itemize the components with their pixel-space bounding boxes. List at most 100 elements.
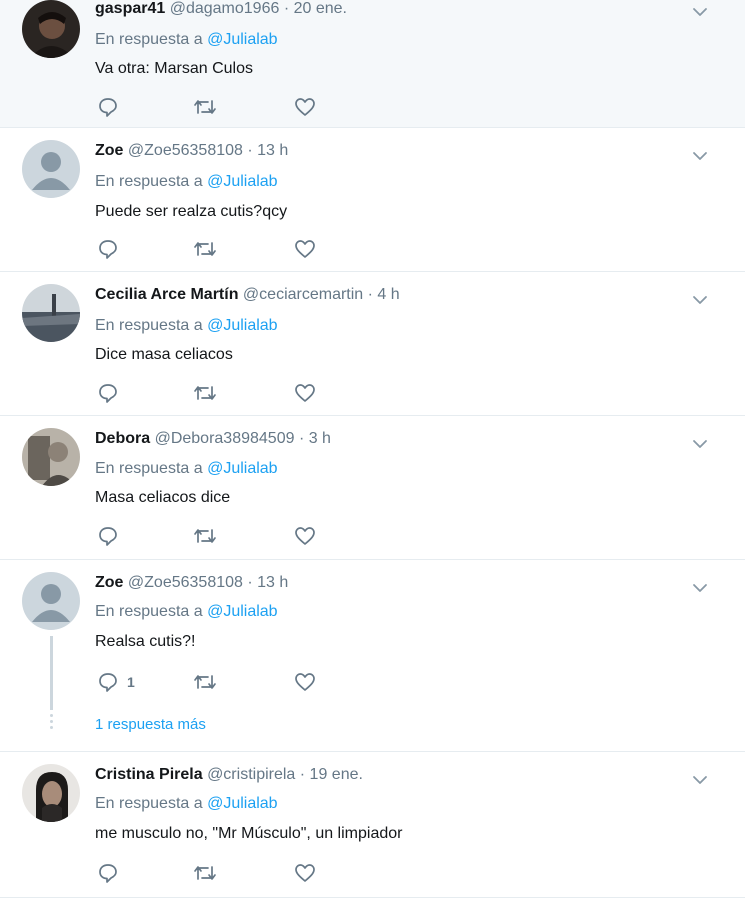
like-button[interactable] [294,525,316,547]
tweet-text: Masa celiacos dice [95,489,231,506]
avatar[interactable] [22,140,80,198]
reply-button[interactable] [97,862,127,884]
avatar[interactable] [22,0,80,58]
retweet-icon [194,866,216,880]
chevron-down-icon[interactable] [690,290,710,310]
retweet-icon [194,386,216,400]
chevron-down-icon[interactable] [690,434,710,454]
display-name[interactable]: Cecilia Arce Martín [95,286,238,303]
tweet-actions [97,382,337,404]
retweet-icon [194,242,216,256]
chevron-down-icon[interactable] [690,146,710,166]
display-name[interactable]: Zoe [95,574,123,591]
retweet-button[interactable] [193,862,217,884]
avatar-photo [22,764,80,822]
avatar-photo [22,428,80,486]
tweet-text: Dice masa celiacos [95,346,233,363]
tweet[interactable]: Cristina Pirela @cristipirela · 19 ene. … [0,752,745,898]
timestamp[interactable]: · 19 ene. [300,766,363,783]
tweet-text: me musculo no, "Mr Músculo", un limpiado… [95,825,403,842]
reply-context: En respuesta a @Julialab [95,173,278,191]
mention-link[interactable]: @Julialab [207,173,278,190]
mention-link[interactable]: @Julialab [207,31,278,48]
retweet-icon [194,529,216,543]
chevron-down-icon[interactable] [690,770,710,790]
avatar[interactable] [22,764,80,822]
tweet-header: Zoe @Zoe56358108 · 13 h [95,142,288,160]
default-avatar-icon [22,572,80,630]
thread-dots [49,714,54,732]
avatar-photo [22,284,80,342]
tweet[interactable]: Zoe @Zoe56358108 · 13 h En respuesta a @… [0,560,745,752]
reply-icon [99,240,117,259]
reply-button[interactable] [97,238,127,260]
user-handle[interactable]: @cristipirela [207,766,295,783]
retweet-button[interactable] [193,525,217,547]
mention-link[interactable]: @Julialab [207,795,278,812]
user-handle[interactable]: @dagamo1966 [170,0,280,17]
reply-button[interactable] [97,382,127,404]
reply-icon [99,527,117,546]
tweet-actions [97,238,337,260]
tweet[interactable]: Cecilia Arce Martín @ceciarcemartin · 4 … [0,272,745,416]
user-handle[interactable]: @Debora38984509 [155,430,295,447]
reply-prefix: En respuesta a [95,31,203,48]
tweet-text: Realsa cutis?! [95,633,196,650]
retweet-button[interactable] [193,382,217,404]
timestamp[interactable]: · 4 h [368,286,400,303]
retweet-button[interactable] [193,671,217,693]
like-icon [295,240,315,258]
user-handle[interactable]: @ceciarcemartin [243,286,363,303]
avatar-photo [22,0,80,58]
retweet-button[interactable] [193,96,217,118]
like-button[interactable] [294,382,316,404]
reply-icon [99,673,117,692]
avatar[interactable] [22,428,80,486]
timestamp[interactable]: · 13 h [247,574,288,591]
user-handle[interactable]: @Zoe56358108 [128,574,243,591]
tweet[interactable]: Zoe @Zoe56358108 · 13 h En respuesta a @… [0,128,745,272]
mention-link[interactable]: @Julialab [207,317,278,334]
mention-link[interactable]: @Julialab [207,603,278,620]
tweet-text: Va otra: Marsan Culos [95,60,253,77]
retweet-button[interactable] [193,238,217,260]
display-name[interactable]: Zoe [95,142,123,159]
timestamp[interactable]: · 13 h [247,142,288,159]
user-handle[interactable]: @Zoe56358108 [128,142,243,159]
like-button[interactable] [294,96,316,118]
tweet-actions [97,862,337,884]
display-name[interactable]: Cristina Pirela [95,766,203,783]
replies-feed: gaspar41 @dagamo1966 · 20 ene. En respue… [0,0,745,898]
reply-context: En respuesta a @Julialab [95,31,278,49]
tweet[interactable]: gaspar41 @dagamo1966 · 20 ene. En respue… [0,0,745,128]
default-avatar-icon [22,140,80,198]
avatar[interactable] [22,572,80,630]
reply-icon [99,98,117,117]
reply-button[interactable] [97,96,127,118]
like-button[interactable] [294,238,316,260]
timestamp[interactable]: · 20 ene. [284,0,347,17]
like-icon [295,527,315,545]
like-button[interactable] [294,862,316,884]
reply-prefix: En respuesta a [95,173,203,190]
display-name[interactable]: gaspar41 [95,0,165,17]
reply-context: En respuesta a @Julialab [95,603,278,621]
tweet-header: Cecilia Arce Martín @ceciarcemartin · 4 … [95,286,400,304]
tweet-header: gaspar41 @dagamo1966 · 20 ene. [95,0,347,18]
reply-prefix: En respuesta a [95,460,203,477]
tweet-actions: 1 [97,671,337,693]
like-button[interactable] [294,671,316,693]
reply-icon [99,864,117,883]
display-name[interactable]: Debora [95,430,150,447]
tweet[interactable]: Debora @Debora38984509 · 3 h En respuest… [0,416,745,560]
reply-context: En respuesta a @Julialab [95,795,278,813]
reply-button[interactable] [97,525,127,547]
more-replies-link[interactable]: 1 respuesta más [95,716,206,733]
chevron-down-icon[interactable] [690,2,710,22]
chevron-down-icon[interactable] [690,578,710,598]
avatar[interactable] [22,284,80,342]
timestamp[interactable]: · 3 h [299,430,331,447]
thread-line [50,636,53,710]
reply-button[interactable]: 1 [97,671,135,693]
mention-link[interactable]: @Julialab [207,460,278,477]
